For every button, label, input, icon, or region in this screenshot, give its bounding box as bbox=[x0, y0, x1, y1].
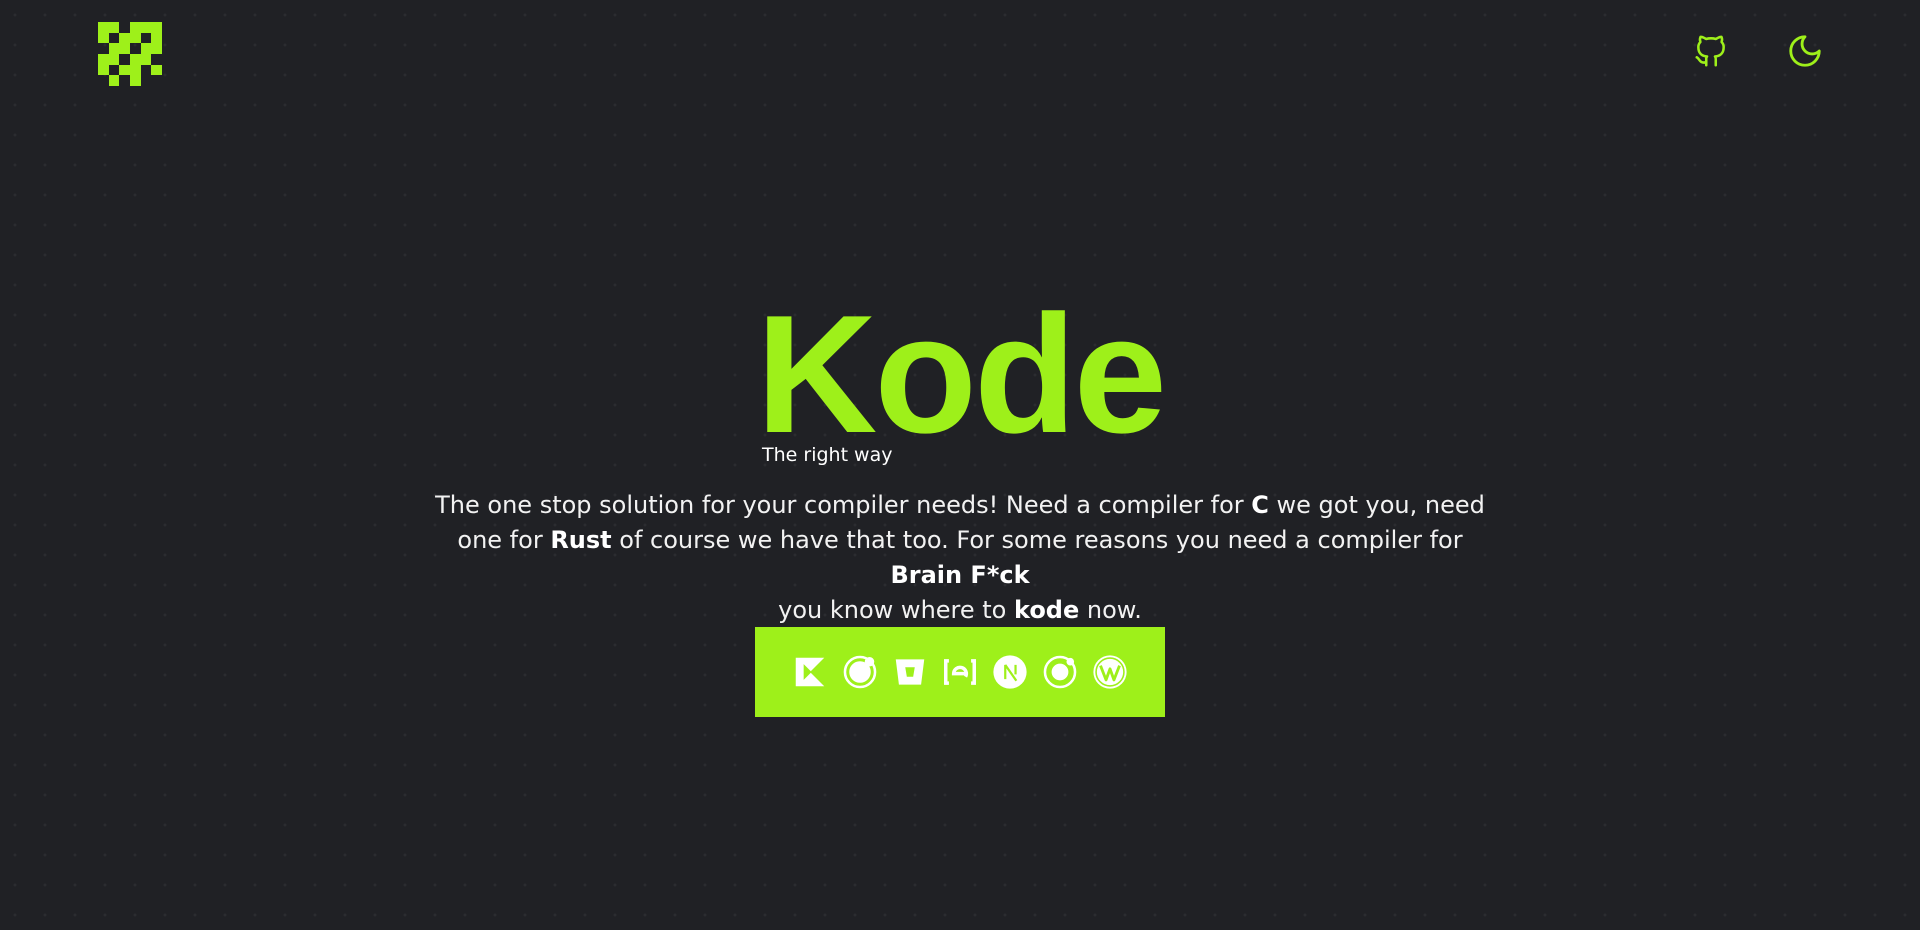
language-strip-button[interactable] bbox=[755, 627, 1165, 717]
description-text: of course we have that too. For some rea… bbox=[611, 526, 1463, 554]
description-bold-rust: Rust bbox=[550, 526, 612, 554]
brackets-e-icon bbox=[941, 653, 979, 691]
orb-icon bbox=[841, 653, 879, 691]
ionic-icon bbox=[1041, 653, 1079, 691]
wordpress-icon bbox=[1091, 653, 1129, 691]
description-bold-kode: kode bbox=[1014, 596, 1080, 624]
hero-description: The one stop solution for your compiler … bbox=[420, 488, 1500, 628]
nextjs-icon bbox=[991, 653, 1029, 691]
description-text: you know where to bbox=[778, 596, 1014, 624]
description-text: now. bbox=[1079, 596, 1142, 624]
title-block: Kode The right way bbox=[756, 280, 1167, 468]
description-bold-brainfck: Brain F*ck bbox=[890, 561, 1030, 589]
hero-section: Kode The right way The one stop solution… bbox=[0, 0, 1920, 930]
page-title: Kode bbox=[756, 280, 1167, 468]
kotlin-icon bbox=[791, 653, 829, 691]
bucket-icon bbox=[891, 653, 929, 691]
description-text: The one stop solution for your compiler … bbox=[435, 491, 1252, 519]
description-bold-c: C bbox=[1251, 491, 1269, 519]
